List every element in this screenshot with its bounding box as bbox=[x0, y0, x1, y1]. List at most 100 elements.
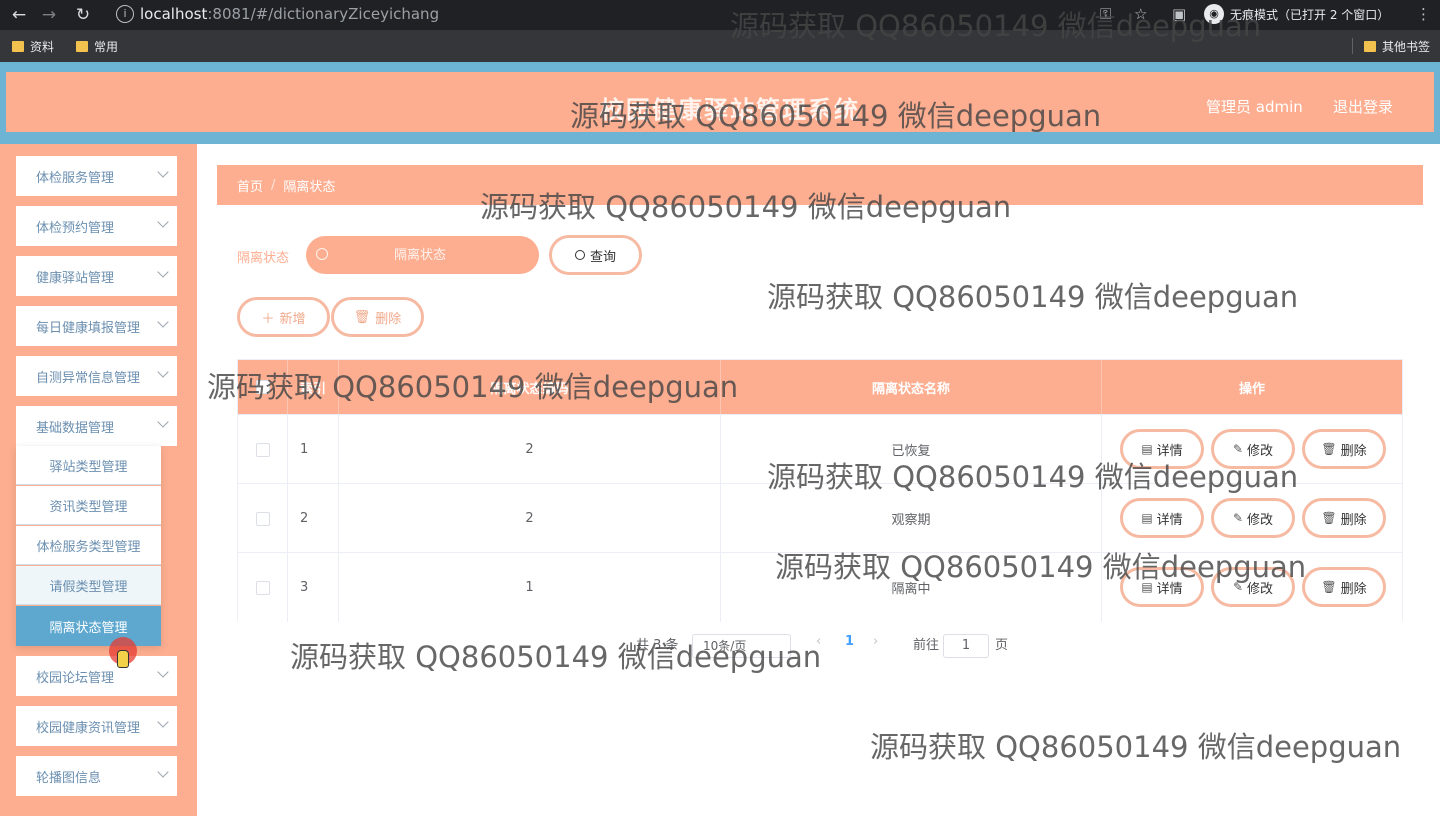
delete-label: 删除 bbox=[1340, 581, 1367, 597]
row-checkbox[interactable] bbox=[255, 442, 270, 457]
sidebar-item-label: 校园健康资讯管理 bbox=[36, 720, 141, 736]
plus-icon: ＋ bbox=[261, 311, 275, 327]
bookmark-folder-1[interactable]: 资料 bbox=[12, 38, 54, 55]
goto-label: 前往 bbox=[913, 638, 940, 653]
menu-kebab-icon[interactable]: ⋮ bbox=[1416, 5, 1431, 23]
prev-page-icon[interactable]: ‹ bbox=[816, 634, 821, 649]
detail-button[interactable]: ▤ 详情 bbox=[1120, 429, 1204, 469]
breadcrumb-separator: / bbox=[271, 177, 276, 193]
cell-actions: ▤ 详情 ✎ 修改 🗑 删除 bbox=[1102, 415, 1402, 484]
sidebar-item-label: 体检预约管理 bbox=[36, 220, 115, 236]
edit-button[interactable]: ✎ 修改 bbox=[1211, 498, 1295, 538]
breadcrumb-home[interactable]: 首页 bbox=[237, 176, 263, 195]
site-info-icon[interactable]: i bbox=[116, 5, 134, 23]
watermark-text: 源码获取 QQ86050149 微信deepguan bbox=[767, 280, 1299, 314]
query-button-label: 查询 bbox=[589, 249, 616, 265]
submenu-station-type[interactable]: 驿站类型管理 bbox=[16, 446, 161, 485]
batch-delete-label: 删除 bbox=[375, 311, 402, 327]
delete-button[interactable]: 🗑 删除 bbox=[1302, 567, 1386, 607]
page-unit-label: 页 bbox=[995, 638, 1009, 653]
sidebar-item-exam-service[interactable]: 体检服务管理 bbox=[16, 156, 177, 196]
chevron-down-icon bbox=[157, 316, 169, 328]
cell-index: 1 bbox=[288, 415, 339, 484]
next-page-icon[interactable]: › bbox=[873, 634, 878, 649]
pagination-total: 共 3 条 bbox=[636, 638, 679, 653]
cell-code: 2 bbox=[339, 415, 721, 484]
detail-button[interactable]: ▤ 详情 bbox=[1120, 498, 1204, 538]
breadcrumb-current: 隔离状态 bbox=[283, 179, 336, 195]
page-jump-input[interactable]: 1 bbox=[943, 634, 989, 658]
chevron-down-icon bbox=[157, 216, 169, 228]
data-table: 索引 隔离状态编码 隔离状态名称 操作 1 2 已恢复 ▤ 详情 ✎ 修改 🗑 删除 … bbox=[237, 359, 1403, 622]
sidebar-item-exam-booking[interactable]: 体检预约管理 bbox=[16, 206, 177, 246]
cell-actions: ▤ 详情 ✎ 修改 🗑 删除 bbox=[1102, 553, 1402, 622]
sidebar-item-daily-report[interactable]: 每日健康填报管理 bbox=[16, 306, 177, 346]
edit-icon: ✎ bbox=[1232, 511, 1244, 525]
edit-label: 修改 bbox=[1247, 581, 1274, 597]
sidebar-item-self-test-abnormal[interactable]: 自测异常信息管理 bbox=[16, 356, 177, 396]
row-checkbox[interactable] bbox=[255, 511, 270, 526]
select-all-checkbox[interactable] bbox=[255, 380, 270, 394]
row-select[interactable] bbox=[238, 415, 288, 484]
sidebar-item-label: 健康驿站管理 bbox=[36, 270, 115, 286]
table-row: 3 1 隔离中 ▤ 详情 ✎ 修改 🗑 删除 bbox=[238, 552, 1402, 622]
column-name[interactable]: 隔离状态名称 bbox=[721, 360, 1102, 414]
document-icon: ▤ bbox=[1141, 442, 1153, 456]
page-number-current[interactable]: 1 bbox=[845, 634, 854, 649]
add-button[interactable]: ＋ 新增 bbox=[237, 297, 330, 337]
trash-icon: 🗑 bbox=[353, 309, 371, 325]
sidebar-panel-icon[interactable]: ▣ bbox=[1172, 5, 1186, 23]
select-all-header[interactable] bbox=[238, 360, 288, 414]
search-input[interactable] bbox=[306, 236, 539, 274]
sidebar-item-carousel[interactable]: 轮播图信息 bbox=[16, 756, 177, 796]
column-actions: 操作 bbox=[1238, 381, 1265, 397]
edit-button[interactable]: ✎ 修改 bbox=[1211, 567, 1295, 607]
submenu-isolation-status[interactable]: 隔离状态管理 bbox=[16, 606, 161, 646]
logout-link[interactable]: 退出登录 bbox=[1333, 96, 1393, 117]
add-button-label: 新增 bbox=[279, 311, 306, 327]
row-select[interactable] bbox=[238, 553, 288, 622]
bookmark-folder-2[interactable]: 常用 bbox=[76, 38, 118, 55]
bookmarks-separator bbox=[1352, 38, 1353, 54]
cell-index: 2 bbox=[288, 484, 339, 553]
bookmarks-bar bbox=[0, 30, 1440, 62]
delete-button[interactable]: 🗑 删除 bbox=[1302, 429, 1386, 469]
detail-button[interactable]: ▤ 详情 bbox=[1120, 567, 1204, 607]
chevron-down-icon bbox=[157, 166, 169, 178]
row-select[interactable] bbox=[238, 484, 288, 553]
star-icon[interactable]: ☆ bbox=[1134, 5, 1147, 23]
incognito-indicator[interactable]: ◉ 无痕模式（已打开 2 个窗口） bbox=[1204, 3, 1389, 25]
chevron-down-icon bbox=[157, 266, 169, 278]
cell-name: 隔离中 bbox=[721, 553, 1102, 622]
trash-icon: 🗑 bbox=[1321, 442, 1337, 456]
submenu-leave-type[interactable]: 请假类型管理 bbox=[16, 566, 161, 605]
submenu-news-type[interactable]: 资讯类型管理 bbox=[16, 486, 161, 525]
query-button[interactable]: 查询 bbox=[549, 235, 642, 275]
sidebar-item-base-data[interactable]: 基础数据管理 bbox=[16, 406, 177, 446]
url-text[interactable]: localhost:8081/#/dictionaryZiceyichang bbox=[140, 5, 439, 23]
edit-label: 修改 bbox=[1247, 443, 1274, 459]
delete-button[interactable]: 🗑 删除 bbox=[1302, 498, 1386, 538]
sidebar-item-health-station[interactable]: 健康驿站管理 bbox=[16, 256, 177, 296]
sidebar-item-health-news[interactable]: 校园健康资讯管理 bbox=[16, 706, 177, 746]
back-icon[interactable]: ← bbox=[8, 4, 30, 26]
search-icon bbox=[574, 250, 585, 260]
folder-icon bbox=[1364, 41, 1376, 52]
batch-delete-button[interactable]: 🗑 删除 bbox=[331, 297, 424, 337]
table-header: 索引 隔离状态编码 隔离状态名称 操作 bbox=[238, 360, 1402, 414]
edit-button[interactable]: ✎ 修改 bbox=[1211, 429, 1295, 469]
page-size-select[interactable]: 10条/页 bbox=[692, 634, 791, 658]
edit-icon: ✎ bbox=[1232, 580, 1244, 594]
sidebar-item-forum[interactable]: 校园论坛管理 bbox=[16, 656, 177, 696]
trash-icon: 🗑 bbox=[1321, 511, 1337, 525]
column-code[interactable]: 隔离状态编码 bbox=[339, 360, 721, 414]
document-icon: ▤ bbox=[1141, 580, 1153, 594]
submenu-exam-service-type[interactable]: 体检服务类型管理 bbox=[16, 526, 161, 565]
row-checkbox[interactable] bbox=[255, 580, 270, 595]
folder-icon bbox=[76, 41, 88, 52]
sidebar-item-label: 体检服务管理 bbox=[36, 170, 115, 186]
key-icon[interactable]: ⚿ bbox=[1100, 5, 1111, 23]
other-bookmarks[interactable]: 其他书签 bbox=[1364, 38, 1430, 55]
reload-icon[interactable]: ↻ bbox=[72, 4, 94, 26]
forward-icon[interactable]: → bbox=[38, 4, 60, 26]
